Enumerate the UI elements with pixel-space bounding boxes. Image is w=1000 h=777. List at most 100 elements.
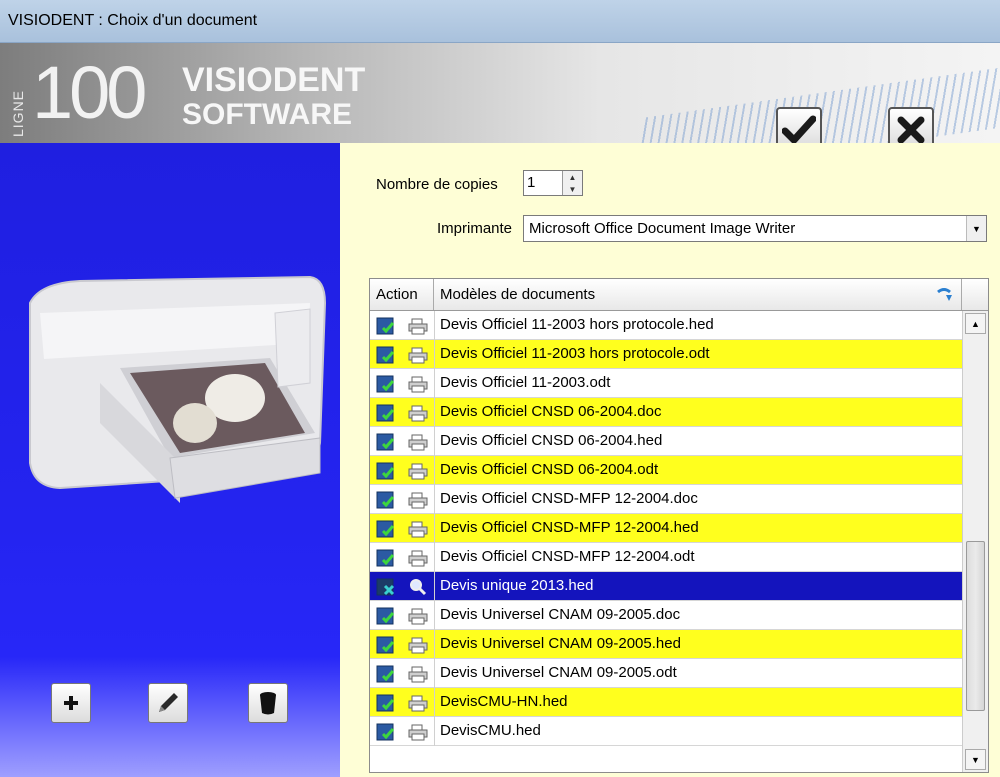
edit-button[interactable] (148, 683, 188, 723)
printer-icon[interactable] (408, 520, 428, 538)
grid-header: Action Modèles de documents (370, 279, 988, 311)
grid-scrollbar[interactable]: ▲ ▼ (962, 311, 988, 772)
dropdown-arrow-icon[interactable]: ▼ (966, 216, 986, 241)
printer-icon[interactable] (408, 404, 428, 422)
document-check-icon[interactable] (376, 433, 396, 451)
document-check-icon[interactable] (376, 375, 396, 393)
row-label[interactable]: Devis Officiel 11-2003 hors protocole.od… (440, 345, 710, 362)
cancel-button[interactable] (888, 107, 934, 143)
document-check-icon[interactable] (376, 665, 396, 683)
table-row[interactable]: Devis Officiel 11-2003 hors protocole.od… (370, 340, 962, 369)
checkmark-icon (782, 115, 816, 143)
table-row[interactable]: Devis Universel CNAM 09-2005.hed (370, 630, 962, 659)
column-separator (434, 427, 435, 456)
printer-icon[interactable] (408, 433, 428, 451)
column-separator (434, 514, 435, 543)
document-check-icon[interactable] (376, 607, 396, 625)
scroll-up-icon[interactable]: ▲ (965, 313, 986, 334)
column-separator (434, 572, 435, 601)
document-check-icon[interactable] (376, 462, 396, 480)
printer-icon[interactable] (408, 317, 428, 335)
printer-icon[interactable] (408, 665, 428, 683)
printer-value[interactable]: Microsoft Office Document Image Writer (529, 220, 795, 237)
close-x-icon (897, 116, 925, 143)
document-check-icon[interactable] (376, 491, 396, 509)
row-label[interactable]: Devis Universel CNAM 09-2005.doc (440, 606, 680, 623)
table-row[interactable]: Devis Universel CNAM 09-2005.odt (370, 659, 962, 688)
printer-icon[interactable] (408, 375, 428, 393)
printer-icon[interactable] (408, 607, 428, 625)
copies-spin-buttons[interactable]: ▲ ▼ (562, 171, 582, 195)
table-row[interactable]: Devis unique 2013.hed (370, 572, 962, 601)
document-error-icon[interactable] (376, 578, 396, 596)
magnifier-icon[interactable] (408, 578, 428, 596)
printer-icon[interactable] (408, 549, 428, 567)
row-label[interactable]: Devis Officiel CNSD 06-2004.doc (440, 403, 661, 420)
sort-icon[interactable] (935, 286, 953, 304)
column-separator (434, 543, 435, 572)
document-check-icon[interactable] (376, 317, 396, 335)
document-check-icon[interactable] (376, 346, 396, 364)
printer-label: Imprimante (437, 220, 513, 237)
table-row[interactable]: Devis Officiel 11-2003.odt (370, 369, 962, 398)
logo-software: SOFTWARE (182, 98, 352, 131)
column-separator (434, 369, 435, 398)
row-label[interactable]: Devis Officiel CNSD-MFP 12-2004.hed (440, 519, 699, 536)
row-label[interactable]: Devis Officiel CNSD 06-2004.odt (440, 461, 658, 478)
column-separator (434, 340, 435, 369)
printer-icon[interactable] (408, 462, 428, 480)
documents-grid: Action Modèles de documents Devis Offici… (369, 278, 989, 773)
document-check-icon[interactable] (376, 694, 396, 712)
spin-down-icon[interactable]: ▼ (563, 183, 582, 195)
table-row[interactable]: DevisCMU-HN.hed (370, 688, 962, 717)
column-separator (434, 717, 435, 746)
document-check-icon[interactable] (376, 520, 396, 538)
table-row[interactable]: Devis Officiel CNSD-MFP 12-2004.hed (370, 514, 962, 543)
row-label[interactable]: Devis Officiel CNSD 06-2004.hed (440, 432, 662, 449)
trash-icon (260, 692, 276, 715)
printer-icon[interactable] (408, 723, 428, 741)
scroll-thumb[interactable] (966, 541, 985, 711)
row-label[interactable]: Devis Officiel 11-2003 hors protocole.he… (440, 316, 714, 333)
document-check-icon[interactable] (376, 404, 396, 422)
grid-rows: Devis Officiel 11-2003 hors protocole.he… (370, 311, 962, 746)
table-row[interactable]: DevisCMU.hed (370, 717, 962, 746)
table-row[interactable]: Devis Universel CNAM 09-2005.doc (370, 601, 962, 630)
table-row[interactable]: Devis Officiel 11-2003 hors protocole.he… (370, 311, 962, 340)
add-button[interactable] (51, 683, 91, 723)
spin-up-icon[interactable]: ▲ (563, 171, 582, 183)
row-label[interactable]: Devis Officiel 11-2003.odt (440, 374, 610, 391)
ok-button[interactable] (776, 107, 822, 143)
printer-icon[interactable] (408, 636, 428, 654)
row-label[interactable]: Devis Officiel CNSD-MFP 12-2004.doc (440, 490, 698, 507)
printer-icon[interactable] (408, 346, 428, 364)
row-label[interactable]: Devis unique 2013.hed (440, 577, 593, 594)
printer-illustration (29, 275, 327, 503)
row-label[interactable]: Devis Officiel CNSD-MFP 12-2004.odt (440, 548, 695, 565)
copies-label: Nombre de copies (376, 176, 498, 193)
scroll-down-icon[interactable]: ▼ (965, 749, 986, 770)
row-label[interactable]: DevisCMU-HN.hed (440, 693, 568, 710)
copies-value[interactable]: 1 (527, 174, 535, 191)
table-row[interactable]: Devis Officiel CNSD 06-2004.odt (370, 456, 962, 485)
title-bar: VISIODENT : Choix d'un document (0, 0, 1000, 43)
row-label[interactable]: Devis Universel CNAM 09-2005.hed (440, 635, 681, 652)
printer-icon[interactable] (408, 491, 428, 509)
logo-ligne-text: LIGNE (10, 89, 26, 137)
table-row[interactable]: Devis Officiel CNSD 06-2004.hed (370, 427, 962, 456)
printer-select[interactable]: Microsoft Office Document Image Writer ▼ (523, 215, 987, 242)
column-header-models[interactable]: Modèles de documents (434, 279, 962, 310)
table-row[interactable]: Devis Officiel CNSD 06-2004.doc (370, 398, 962, 427)
table-row[interactable]: Devis Officiel CNSD-MFP 12-2004.doc (370, 485, 962, 514)
table-row[interactable]: Devis Officiel CNSD-MFP 12-2004.odt (370, 543, 962, 572)
column-separator (434, 630, 435, 659)
row-label[interactable]: Devis Universel CNAM 09-2005.odt (440, 664, 677, 681)
printer-icon[interactable] (408, 694, 428, 712)
row-label[interactable]: DevisCMU.hed (440, 722, 541, 739)
copies-stepper[interactable]: 1 ▲ ▼ (523, 170, 583, 196)
document-check-icon[interactable] (376, 636, 396, 654)
document-check-icon[interactable] (376, 549, 396, 567)
document-check-icon[interactable] (376, 723, 396, 741)
delete-button[interactable] (248, 683, 288, 723)
column-header-action[interactable]: Action (370, 279, 434, 310)
